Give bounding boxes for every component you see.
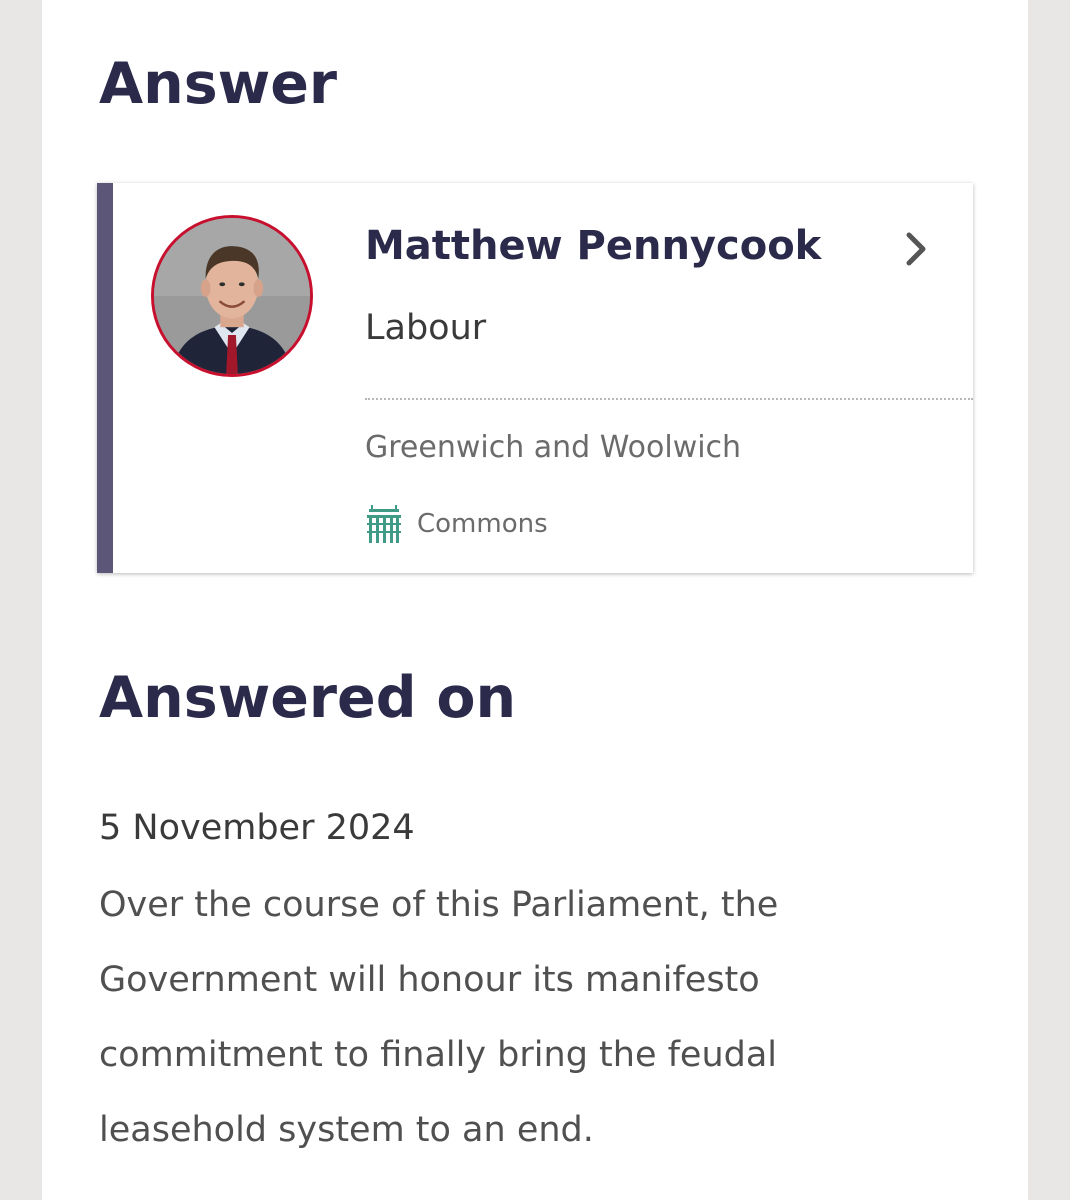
chevron-right-icon[interactable]	[899, 229, 933, 269]
answer-heading: Answer	[99, 51, 338, 117]
portcullis-icon	[367, 505, 401, 543]
member-card[interactable]: Matthew Pennycook Labour Greenwich and W…	[97, 183, 973, 573]
member-avatar	[151, 215, 313, 377]
answered-on-heading: Answered on	[99, 665, 517, 731]
card-divider	[365, 398, 973, 400]
page-content: Answer Matthew Pennycook Labour Greenwic…	[42, 0, 1028, 1200]
answer-text: Over the course of this Parliament, the …	[99, 885, 779, 1150]
member-name[interactable]: Matthew Pennycook	[365, 223, 821, 269]
card-accent-bar	[97, 183, 113, 573]
member-portrait	[154, 218, 310, 374]
member-constituency: Greenwich and Woolwich	[365, 430, 742, 465]
member-house: Commons	[417, 509, 548, 539]
member-party: Labour	[365, 308, 487, 348]
answer-date: 5 November 2024	[99, 808, 415, 848]
